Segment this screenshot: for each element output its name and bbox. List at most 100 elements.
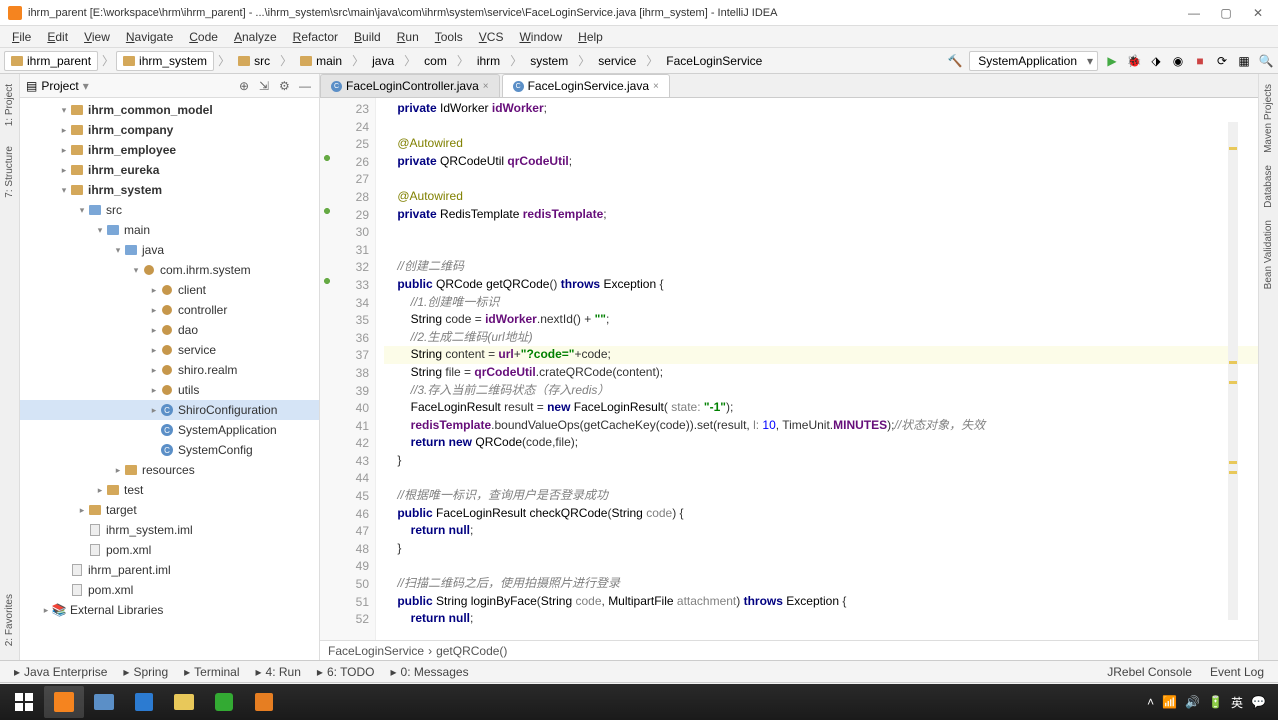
maven-tool-tab[interactable]: Maven Projects (1261, 78, 1276, 159)
breadcrumb-FaceLoginService[interactable]: FaceLoginService (660, 52, 768, 70)
tree-node-ihrm_company[interactable]: ▸ihrm_company (20, 120, 319, 140)
editor-tab-faceloginservice-java[interactable]: CFaceLoginService.java× (502, 74, 670, 97)
override-marker-icon[interactable] (322, 276, 332, 286)
taskbar-app-vscode[interactable] (124, 686, 164, 718)
tray-ime-icon[interactable]: 英 (1231, 694, 1243, 711)
tool-tab-java-enterprise[interactable]: ▸Java Enterprise (6, 663, 115, 681)
menu-help[interactable]: Help (570, 28, 611, 46)
menu-file[interactable]: File (4, 28, 39, 46)
code-line-47[interactable]: return null; (384, 522, 1258, 540)
breadcrumb-method[interactable]: getQRCode() (436, 644, 507, 658)
menu-view[interactable]: View (76, 28, 118, 46)
override-marker-icon[interactable] (322, 153, 332, 163)
minimize-button[interactable]: — (1182, 3, 1206, 23)
code-editor[interactable]: private IdWorker idWorker; @Autowired pr… (376, 98, 1258, 640)
tool-tab-terminal[interactable]: ▸Terminal (176, 663, 247, 681)
structure-tool-tab[interactable]: 7: Structure (2, 140, 17, 204)
menu-window[interactable]: Window (511, 28, 570, 46)
hide-icon[interactable]: — (299, 79, 313, 93)
menu-navigate[interactable]: Navigate (118, 28, 181, 46)
stop-icon[interactable]: ■ (1192, 53, 1208, 69)
code-line-35[interactable]: String code = idWorker.nextId() + ""; (384, 311, 1258, 329)
code-line-49[interactable] (384, 557, 1258, 575)
code-line-32[interactable]: //创建二维码 (384, 258, 1258, 276)
tree-node-target[interactable]: ▸target (20, 500, 319, 520)
profile-icon[interactable]: ◉ (1170, 53, 1186, 69)
tree-node-ihrm_employee[interactable]: ▸ihrm_employee (20, 140, 319, 160)
taskbar-app-explorer[interactable] (84, 686, 124, 718)
debug-icon[interactable]: 🐞 (1126, 53, 1142, 69)
code-line-25[interactable]: @Autowired (384, 135, 1258, 153)
breadcrumb-class[interactable]: FaceLoginService (328, 644, 424, 658)
tree-node-resources[interactable]: ▸resources (20, 460, 319, 480)
tree-node-pom-xml[interactable]: pom.xml (20, 580, 319, 600)
tool-tab-spring[interactable]: ▸Spring (115, 663, 176, 681)
tree-node-service[interactable]: ▸service (20, 340, 319, 360)
tray-up-icon[interactable]: ˄ (1147, 695, 1154, 709)
tree-node-main[interactable]: ▾main (20, 220, 319, 240)
menu-build[interactable]: Build (346, 28, 389, 46)
settings-icon[interactable]: ⚙ (279, 79, 293, 93)
project-tree[interactable]: ▾ihrm_common_model▸ihrm_company▸ihrm_emp… (20, 98, 319, 660)
tree-node-src[interactable]: ▾src (20, 200, 319, 220)
taskbar-app-files[interactable] (164, 686, 204, 718)
tree-node-com-ihrm-system[interactable]: ▾com.ihrm.system (20, 260, 319, 280)
code-line-30[interactable] (384, 223, 1258, 241)
code-line-45[interactable]: //根据唯一标识，查询用户是否登录成功 (384, 487, 1258, 505)
code-line-50[interactable]: //扫描二维码之后，使用拍摄照片进行登录 (384, 575, 1258, 593)
code-line-29[interactable]: private RedisTemplate redisTemplate; (384, 206, 1258, 224)
structure-icon[interactable]: ▦ (1236, 53, 1252, 69)
menu-edit[interactable]: Edit (39, 28, 76, 46)
code-line-33[interactable]: public QRCode getQRCode() throws Excepti… (384, 276, 1258, 294)
menu-code[interactable]: Code (181, 28, 226, 46)
breadcrumb-main[interactable]: main (294, 52, 348, 70)
code-line-37[interactable]: String content = url+"?code="+code; (384, 346, 1258, 364)
breadcrumb-src[interactable]: src (232, 52, 276, 70)
run-icon[interactable]: ▶ (1104, 53, 1120, 69)
maximize-button[interactable]: ▢ (1214, 3, 1238, 23)
tree-node-shiro-realm[interactable]: ▸shiro.realm (20, 360, 319, 380)
menu-vcs[interactable]: VCS (471, 28, 512, 46)
menu-refactor[interactable]: Refactor (285, 28, 346, 46)
menu-run[interactable]: Run (389, 28, 427, 46)
code-line-48[interactable]: } (384, 540, 1258, 558)
code-line-31[interactable] (384, 241, 1258, 259)
tree-node-systemapplication[interactable]: CSystemApplication (20, 420, 319, 440)
tray-battery-icon[interactable]: 🔋 (1208, 695, 1223, 709)
breadcrumb-service[interactable]: service (592, 52, 642, 70)
collapse-icon[interactable]: ⇲ (259, 79, 273, 93)
tree-node-dao[interactable]: ▸dao (20, 320, 319, 340)
code-line-36[interactable]: //2.生成二维码(url地址) (384, 329, 1258, 347)
breadcrumb-ihrm[interactable]: ihrm (471, 52, 506, 70)
tray-volume-icon[interactable]: 🔊 (1185, 695, 1200, 709)
code-line-41[interactable]: redisTemplate.boundValueOps(getCacheKey(… (384, 417, 1258, 435)
tree-node-pom-xml[interactable]: pom.xml (20, 540, 319, 560)
start-button[interactable] (4, 686, 44, 718)
code-line-24[interactable] (384, 118, 1258, 136)
database-tool-tab[interactable]: Database (1261, 159, 1276, 214)
code-line-34[interactable]: //1.创建唯一标识 (384, 294, 1258, 312)
taskbar-app-other[interactable] (244, 686, 284, 718)
close-tab-icon[interactable]: × (483, 81, 489, 92)
editor-tab-facelogincontroller-java[interactable]: CFaceLoginController.java× (320, 74, 500, 97)
code-line-27[interactable] (384, 170, 1258, 188)
breadcrumb-ihrm_system[interactable]: ihrm_system (116, 51, 214, 71)
breadcrumb-com[interactable]: com (418, 52, 453, 70)
tree-node-ihrm_parent-iml[interactable]: ihrm_parent.iml (20, 560, 319, 580)
tree-node-ihrm_eureka[interactable]: ▸ihrm_eureka (20, 160, 319, 180)
menu-analyze[interactable]: Analyze (226, 28, 285, 46)
tool-tab-4-run[interactable]: ▸4: Run (248, 663, 309, 681)
breadcrumb-system[interactable]: system (524, 52, 574, 70)
tool-tab-0-messages[interactable]: ▸0: Messages (383, 663, 477, 681)
project-tool-tab[interactable]: 1: Project (2, 78, 17, 132)
tree-node-ihrm_system-iml[interactable]: ihrm_system.iml (20, 520, 319, 540)
coverage-icon[interactable]: ⬗ (1148, 53, 1164, 69)
code-line-38[interactable]: String file = qrCodeUtil.crateQRCode(con… (384, 364, 1258, 382)
breadcrumb-java[interactable]: java (366, 52, 400, 70)
bean-validation-tab[interactable]: Bean Validation (1261, 214, 1276, 295)
build-icon[interactable]: 🔨 (947, 53, 963, 69)
tool-tab-jrebel-console[interactable]: JRebel Console (1099, 663, 1200, 681)
code-line-51[interactable]: public String loginByFace(String code, M… (384, 593, 1258, 611)
code-line-39[interactable]: //3.存入当前二维码状态（存入redis） (384, 382, 1258, 400)
tree-node-java[interactable]: ▾java (20, 240, 319, 260)
